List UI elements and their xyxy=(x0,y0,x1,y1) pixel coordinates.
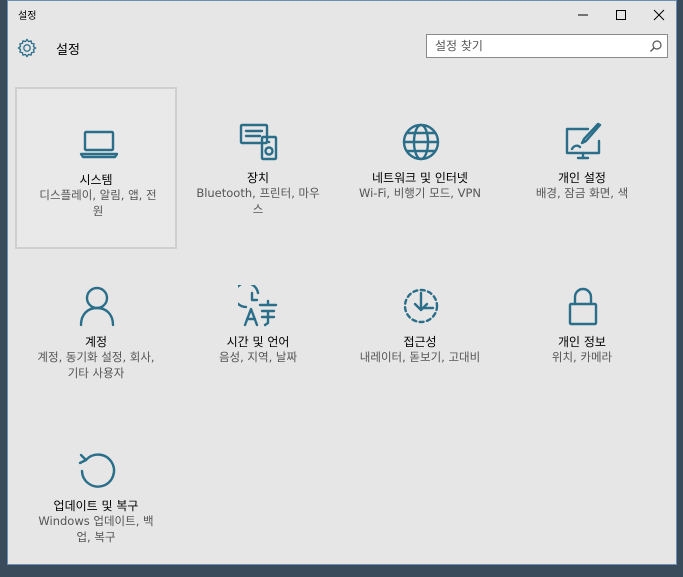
ease-of-access-icon xyxy=(403,288,439,324)
search-icon[interactable] xyxy=(649,39,663,53)
tile-description: Bluetooth, 프린터, 마우스 xyxy=(196,186,320,216)
tile-title: 네트워크 및 인터넷 xyxy=(372,171,468,185)
lock-icon xyxy=(568,287,598,326)
person-icon xyxy=(79,286,115,327)
update-icon xyxy=(78,453,116,488)
tile-title: 장치 xyxy=(246,171,270,185)
tile-title: 개인 정보 xyxy=(558,335,606,349)
tile-description: 디스플레이, 알림, 앱, 전원 xyxy=(39,188,157,218)
settings-window: 설정 설정 시스템 디스플레이, 알림, 앱, xyxy=(7,0,677,565)
title-bar[interactable]: 설정 xyxy=(8,1,676,29)
minimize-icon xyxy=(578,14,588,16)
tile-description: 음성, 지역, 날짜 xyxy=(218,350,298,364)
tile-accounts[interactable]: 계정 계정, 동기화 설정, 회사, 기타 사용자 xyxy=(15,251,177,413)
tile-ease-of-access[interactable]: 접근성 내레이터, 돋보기, 고대비 xyxy=(339,251,501,413)
paint-icon xyxy=(565,122,602,160)
tile-update-recovery[interactable]: 업데이트 및 복구 Windows 업데이트, 백업, 복구 xyxy=(15,415,177,577)
tile-title: 계정 xyxy=(84,335,108,349)
tile-description: 배경, 잠금 화면, 색 xyxy=(535,186,629,200)
window-title: 설정 xyxy=(18,11,37,22)
maximize-button[interactable] xyxy=(602,1,640,29)
tile-time-language[interactable]: 시간 및 언어 음성, 지역, 날짜 xyxy=(177,251,339,413)
tile-devices[interactable]: 장치 Bluetooth, 프린터, 마우스 xyxy=(177,87,339,249)
tile-description: Wi-Fi, 비행기 모드, VPN xyxy=(358,186,482,200)
devices-icon xyxy=(239,123,278,161)
globe-icon xyxy=(402,123,440,161)
tile-title: 시간 및 언어 xyxy=(226,335,290,349)
tile-title: 업데이트 및 복구 xyxy=(53,499,139,513)
page-title: 설정 xyxy=(56,43,80,58)
laptop-icon xyxy=(79,130,119,159)
tile-network[interactable]: 네트워크 및 인터넷 Wi-Fi, 비행기 모드, VPN xyxy=(339,87,501,249)
search-input[interactable] xyxy=(427,35,637,57)
maximize-icon xyxy=(616,10,626,20)
tile-privacy[interactable]: 개인 정보 위치, 카메라 xyxy=(501,251,663,413)
time-language-icon xyxy=(238,285,278,327)
tile-title: 접근성 xyxy=(403,335,437,349)
close-button[interactable] xyxy=(640,1,678,29)
gear-icon xyxy=(17,38,37,58)
search-box[interactable] xyxy=(426,34,668,58)
tile-description: 위치, 카메라 xyxy=(551,350,613,364)
tile-description: Windows 업데이트, 백업, 복구 xyxy=(38,514,154,544)
settings-header: 설정 xyxy=(8,29,676,69)
tile-title: 시스템 xyxy=(79,173,113,187)
close-icon xyxy=(653,9,665,21)
tile-system[interactable]: 시스템 디스플레이, 알림, 앱, 전원 xyxy=(15,87,177,249)
minimize-button[interactable] xyxy=(564,1,602,29)
tile-description: 내레이터, 돋보기, 고대비 xyxy=(359,350,481,364)
tile-title: 개인 설정 xyxy=(558,171,606,185)
tile-personalization[interactable]: 개인 설정 배경, 잠금 화면, 색 xyxy=(501,87,663,249)
tile-description: 계정, 동기화 설정, 회사, 기타 사용자 xyxy=(37,350,155,380)
